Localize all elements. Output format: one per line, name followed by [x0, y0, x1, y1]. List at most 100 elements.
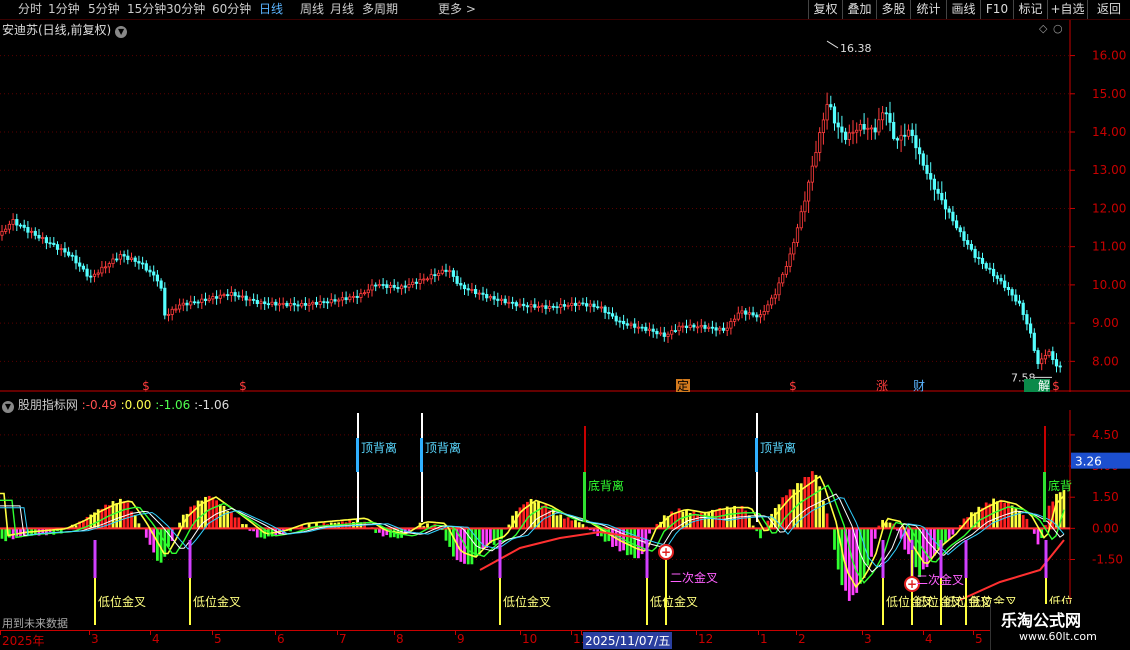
toolbar-btn-8[interactable]: 返回 — [1087, 0, 1130, 19]
candle-body — [300, 302, 304, 307]
candle-body — [995, 275, 999, 279]
toolbar-btn-6[interactable]: 标记 — [1013, 0, 1047, 19]
candle-body — [718, 327, 722, 331]
histogram-bar — [492, 528, 496, 545]
candle-body — [59, 248, 63, 251]
histogram-bar — [866, 528, 870, 566]
date-tick — [455, 631, 456, 635]
event-marker: $ — [789, 379, 797, 392]
price-chart[interactable]: 16.00 15.00 14.00 13.00 12.00 11.00 10.00 9.00 8… — [0, 20, 1130, 392]
candle-body — [48, 242, 52, 245]
histogram-bar — [725, 506, 729, 529]
candle-body — [163, 287, 167, 316]
toolbar-btn-7[interactable]: +自选 — [1047, 0, 1087, 19]
candle-body — [429, 274, 433, 280]
candle-body — [422, 278, 426, 281]
histogram-bar — [167, 528, 170, 547]
candle-body — [570, 302, 574, 306]
candle-body — [70, 254, 74, 257]
candle-body — [18, 224, 23, 227]
candle-body — [1054, 359, 1059, 367]
toolbar-btn-4[interactable]: 画线 — [946, 0, 980, 19]
top-divergence-label: 顶背离 — [760, 440, 796, 455]
toolbar-btn-0[interactable]: 复权 — [808, 0, 842, 19]
histogram-bar — [115, 503, 119, 529]
histogram-bar — [611, 528, 614, 547]
candle-body — [992, 268, 996, 277]
candle-body — [166, 314, 171, 316]
event-marker: 涨 — [876, 378, 888, 392]
candle-body — [507, 301, 511, 304]
period-tab-1[interactable]: 1分钟 — [48, 0, 80, 18]
period-tab-0[interactable]: 分时 — [18, 0, 42, 18]
candle-body — [906, 129, 911, 137]
toolbar-btn-3[interactable]: 统计 — [910, 0, 946, 19]
candle-body — [448, 270, 452, 273]
period-tab-3[interactable]: 15分钟 — [127, 0, 166, 18]
candle-body — [588, 303, 592, 307]
price-tick-label: 11.00 — [1092, 240, 1126, 254]
period-tab-5[interactable]: 60分钟 — [212, 0, 251, 18]
date-label-6: 8 — [396, 632, 404, 646]
candle-body — [770, 297, 774, 306]
candle-body — [559, 304, 563, 308]
candle-body — [603, 306, 607, 313]
histogram-bar — [559, 514, 563, 529]
candle-body — [818, 132, 822, 153]
candle-body — [255, 299, 259, 305]
candle-body — [644, 326, 648, 331]
candle-body — [15, 219, 19, 226]
period-tab-7[interactable]: 周线 — [300, 0, 324, 18]
candle-body — [488, 296, 493, 299]
candle-body — [129, 257, 134, 260]
candle-body — [884, 112, 888, 115]
date-label-0: 2025年 — [2, 634, 45, 648]
candle-body — [85, 268, 89, 277]
period-tab-4[interactable]: 30分钟 — [166, 0, 205, 18]
candle-body — [233, 292, 237, 297]
histogram-bar — [718, 507, 722, 529]
candle-body — [362, 292, 367, 295]
toolbar-btn-2[interactable]: 多股 — [876, 0, 910, 19]
candle-body — [74, 255, 78, 264]
candle-body — [481, 292, 485, 295]
candle-body — [866, 127, 870, 130]
candle-body — [670, 330, 674, 335]
candle-body — [673, 330, 678, 332]
candle-body — [873, 127, 877, 133]
candle-body — [522, 303, 526, 307]
period-tab-6[interactable]: 日线 — [259, 0, 283, 18]
candle-body — [303, 302, 308, 306]
histogram-bar — [995, 501, 999, 529]
candle-body — [984, 263, 988, 269]
candle-body — [414, 281, 419, 284]
candle-body — [436, 272, 441, 277]
period-tab-2[interactable]: 5分钟 — [88, 0, 120, 18]
candle-body — [573, 302, 578, 306]
toolbar-btn-5[interactable]: F10 — [980, 0, 1013, 19]
candle-body — [636, 326, 641, 329]
candle-body — [773, 294, 777, 299]
candle-body — [858, 124, 863, 131]
histogram-bar — [977, 506, 981, 529]
candle-body — [7, 223, 11, 230]
candle-body — [955, 220, 959, 229]
date-tick — [150, 631, 151, 635]
candle-body — [22, 224, 26, 228]
histogram-bar — [540, 505, 544, 529]
high-price-label: 16.38 — [840, 42, 872, 55]
candle-body — [973, 248, 977, 258]
candle-body — [733, 318, 737, 322]
period-tab-9[interactable]: 多周期 — [362, 0, 398, 18]
indicator-chart[interactable]: 4.503.001.500.00-1.503.26顶背离顶背离顶背离底背离底背低… — [0, 410, 1130, 630]
period-tab-8[interactable]: 月线 — [330, 0, 354, 18]
candle-body — [510, 301, 515, 304]
candle-body — [1058, 365, 1062, 368]
candle-body — [607, 312, 611, 315]
candle-body — [747, 312, 752, 315]
more-periods-button[interactable]: 更多 > — [438, 0, 476, 18]
toolbar-btn-1[interactable]: 叠加 — [842, 0, 876, 19]
candle-body — [529, 304, 533, 308]
candle-body — [63, 248, 67, 253]
histogram-bar — [144, 528, 148, 538]
